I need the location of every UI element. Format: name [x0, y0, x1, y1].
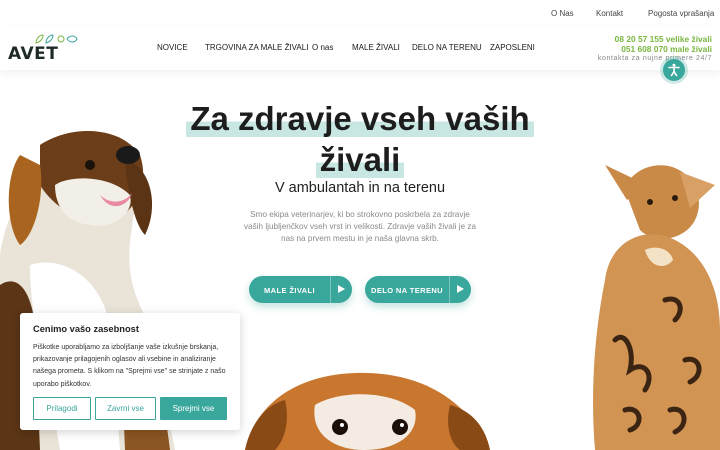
top-utility-bar: O Nas Kontakt Pogosta vprašanja — [0, 0, 720, 26]
nav-item-novice[interactable]: NOVICE — [157, 43, 188, 52]
cavalier-puppy-image — [245, 372, 490, 450]
hero-title: Za zdravje vseh vaših živali — [0, 98, 720, 180]
hero-description: Smo ekipa veterinarjev, ki bo strokovno … — [243, 210, 477, 243]
nav-item-zaposleni[interactable]: ZAPOSLENI — [490, 43, 535, 52]
accessibility-icon — [668, 63, 680, 77]
accessibility-button[interactable] — [663, 59, 685, 81]
delo-na-terenu-button[interactable]: DELO NA TERENU — [365, 276, 471, 303]
hero-title-line-2: živali — [315, 141, 405, 178]
site-logo[interactable]: AVET — [8, 34, 78, 64]
male-zivali-arrow — [330, 276, 352, 303]
phone-small-animals[interactable]: 051 608 070 male živali — [598, 44, 712, 55]
bengal-cat-image — [593, 165, 720, 450]
cookie-consent-dialog: Cenimo vašo zasebnost Piškotke uporablja… — [20, 313, 240, 430]
play-arrow-icon — [338, 285, 345, 293]
topbar-link-faq[interactable]: Pogosta vprašanja — [648, 9, 714, 18]
hero-title-line-1: Za zdravje vseh vaših — [186, 100, 534, 137]
logo-leaves-icon — [35, 34, 78, 44]
nav-item-male-zivali[interactable]: MALE ŽIVALI — [352, 43, 400, 52]
logo-text: AVET — [8, 44, 59, 64]
nav-item-trgovina[interactable]: TRGOVINA ZA MALE ŽIVALI — [205, 43, 308, 52]
play-arrow-icon — [457, 285, 464, 293]
topbar-link-kontakt[interactable]: Kontakt — [596, 9, 623, 18]
hero-subtitle: V ambulantah in na terenu — [274, 180, 446, 196]
cookie-customize-button[interactable]: Prilagodi — [33, 397, 91, 420]
site-header: AVET NOVICE TRGOVINA ZA MALE ŽIVALI O na… — [0, 26, 720, 70]
delo-na-terenu-button-label: DELO NA TERENU — [371, 286, 443, 295]
nav-item-delo-na-terenu[interactable]: DELO NA TERENU — [412, 43, 482, 52]
male-zivali-button[interactable]: MALE ŽIVALI — [249, 276, 352, 303]
cookie-reject-button[interactable]: Zavrni vse — [95, 397, 156, 420]
topbar-link-o-nas[interactable]: O Nas — [551, 9, 574, 18]
cookie-title: Cenimo vašo zasebnost — [33, 324, 139, 334]
nav-item-o-nas[interactable]: O nas — [312, 43, 333, 52]
cookie-accept-button[interactable]: Sprejmi vse — [160, 397, 227, 420]
emergency-note: kontakta za nujne primere 24/7 — [597, 55, 712, 62]
delo-na-terenu-arrow — [449, 276, 471, 303]
cookie-text: Piškotke uporabljamo za izboljšanje vaše… — [33, 344, 226, 388]
contact-phones: 08 20 57 155 velike živali 051 608 070 m… — [597, 34, 712, 63]
male-zivali-button-label: MALE ŽIVALI — [264, 286, 315, 295]
